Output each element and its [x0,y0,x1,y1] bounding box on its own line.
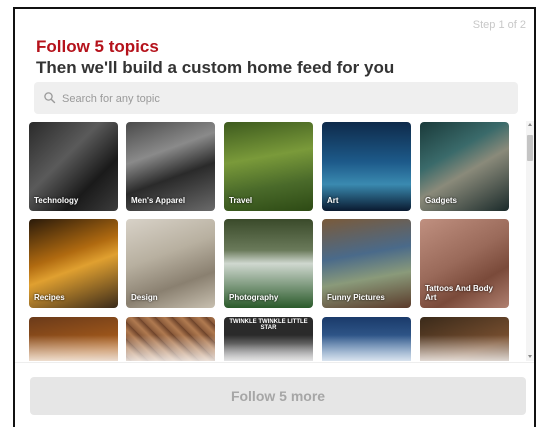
topic-tile[interactable]: Technology [29,122,118,211]
topic-picker-modal: Step 1 of 2 Follow 5 topics Then we'll b… [15,9,534,423]
topics-grid: Technology Men's Apparel Travel Art Gadgets R… [15,121,526,361]
topic-tile[interactable]: Travel [224,122,313,211]
modal-subtitle: Then we'll build a custom home feed for … [36,58,395,77]
search-input[interactable] [60,82,514,116]
topic-tile[interactable]: Funny Pictures [322,219,411,308]
topic-tile[interactable]: Men's Apparel [126,122,215,211]
topic-tile-label: Men's Apparel [131,196,186,205]
topic-tile[interactable]: Tattoos And Body Art [420,219,509,308]
topic-tile-label: Art [327,196,339,205]
search-bar[interactable] [34,82,518,116]
topic-tile-label: Tattoos And Body Art [425,284,493,302]
topic-tile[interactable]: Photography [224,219,313,308]
topic-tile[interactable]: Gadgets [420,122,509,211]
topic-tile-label: Design [131,293,158,302]
topic-tile-label: Gadgets [425,196,458,205]
topic-tile-label: Recipes [34,293,65,302]
scroll-down-arrow-icon[interactable] [528,355,532,358]
topic-tile[interactable]: Art [322,122,411,211]
topic-tile-label: Photography [229,293,279,302]
scroll-up-arrow-icon[interactable] [528,123,532,126]
topic-tile-label: Funny Pictures [327,293,385,302]
topic-tile[interactable]: Design [126,219,215,308]
grid-fade-overlay [15,335,526,363]
step-indicator: Step 1 of 2 [472,19,526,31]
search-icon [44,92,56,104]
scroll-thumb[interactable] [527,135,533,161]
grid-scrollbar[interactable] [526,121,534,361]
topic-tile-label: Travel [229,196,253,205]
topic-tile-caption: TWINKLE TWINKLE LITTLE STAR [229,319,308,331]
modal-title: Follow 5 topics [36,37,159,56]
follow-more-button[interactable]: Follow 5 more [30,377,526,415]
topic-tile-label: Technology [34,196,79,205]
topic-tile[interactable]: Recipes [29,219,118,308]
footer-bar: Follow 5 more [15,362,534,423]
